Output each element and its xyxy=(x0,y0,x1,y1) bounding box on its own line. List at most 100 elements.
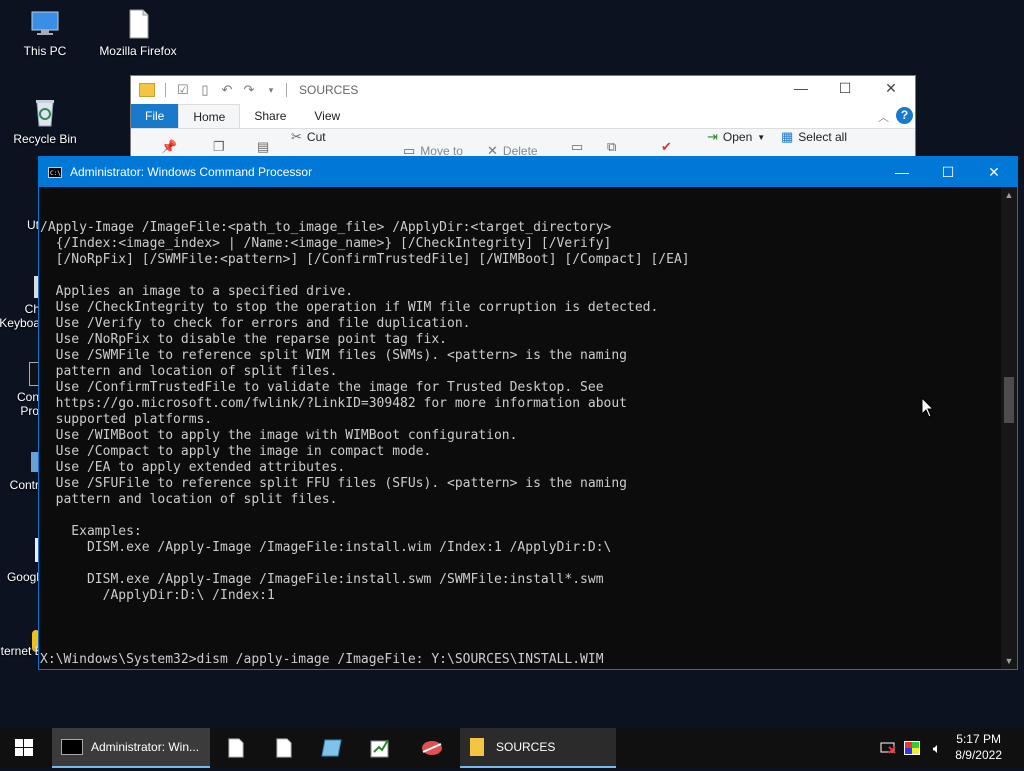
new-folder-icon[interactable]: ▯ xyxy=(198,83,212,97)
properties-check-icon: ✔ xyxy=(661,139,672,154)
console-line: pattern and location of split files. xyxy=(40,492,338,507)
desktop-icon-mozilla-firefox[interactable]: Mozilla Firefox xyxy=(93,8,183,58)
console-line: Use /Compact to apply the image in compa… xyxy=(40,444,432,459)
console-line: Use /Verify to check for errors and file… xyxy=(40,316,471,331)
undo-icon[interactable]: ↶ xyxy=(220,83,234,97)
help-icon[interactable]: ? xyxy=(896,107,913,124)
paste-button[interactable]: ▤ xyxy=(257,139,269,155)
customize-quick-access-icon[interactable]: ▾ xyxy=(264,83,278,97)
taskbar-tool-button[interactable] xyxy=(408,728,456,768)
explorer-title: SOURCES xyxy=(299,83,359,97)
console-line: Use /EA to apply extended attributes. xyxy=(40,460,346,475)
explorer-maximize-button[interactable]: ☐ xyxy=(825,80,865,97)
console-line: Use /SWMFile to reference split WIM file… xyxy=(40,348,627,363)
clock-date: 8/9/2022 xyxy=(955,748,1002,762)
console-line: Use /SFUFile to reference split FFU file… xyxy=(40,476,627,491)
desktop-icon-googl[interactable]: Googl xyxy=(0,538,39,584)
cmd-icon xyxy=(61,739,83,755)
folder-icon xyxy=(470,738,484,756)
console-scrollbar[interactable]: ▲ ▼ xyxy=(1001,187,1017,669)
mouse-cursor-icon xyxy=(921,397,935,418)
desktop-icon-con[interactable]: Con Pro xyxy=(0,362,39,418)
collapse-ribbon-icon[interactable]: ︿ xyxy=(878,109,889,125)
scroll-up-icon[interactable]: ▲ xyxy=(1001,187,1017,203)
cmd-minimize-button[interactable]: — xyxy=(879,157,925,187)
desktop-icon-recycle-bin[interactable]: Recycle Bin xyxy=(0,96,90,146)
clock-time: 5:17 PM xyxy=(956,732,1001,746)
taskbar-file-button[interactable] xyxy=(212,728,260,768)
taskbar-editor-button[interactable] xyxy=(356,728,404,768)
cmd-titlebar[interactable]: C:\ Administrator: Windows Command Proce… xyxy=(39,157,1017,187)
scissors-icon: ✂ xyxy=(291,129,302,144)
desktop-icon-contr[interactable]: Contr xyxy=(0,452,39,492)
taskbar-file-button-2[interactable] xyxy=(260,728,308,768)
scrollbar-thumb[interactable] xyxy=(1004,377,1014,423)
desktop-icon-this-pc[interactable]: This PC xyxy=(0,8,90,58)
taskbar-clock[interactable]: 5:17 PM 8/9/2022 xyxy=(955,731,1002,763)
rename-button[interactable]: ▭ xyxy=(571,139,583,155)
open-button[interactable]: ⇥ Open ▼ xyxy=(707,129,765,145)
this-pc-icon xyxy=(31,11,59,35)
tab-home[interactable]: Home xyxy=(178,104,241,128)
copy-icon: ❐ xyxy=(213,139,225,154)
recycle-bin-icon xyxy=(36,100,54,127)
redo-icon[interactable]: ↷ xyxy=(242,83,256,97)
properties-button[interactable]: ✔ xyxy=(661,139,672,155)
console-line: DISM.exe /Apply-Image /ImageFile:install… xyxy=(40,540,612,555)
separator-icon xyxy=(286,83,289,97)
select-all-button[interactable]: ▦ Select all xyxy=(781,129,847,145)
pin-icon: 📌 xyxy=(161,139,178,154)
desktop-icon-label: Con xyxy=(16,390,39,404)
tab-share[interactable]: Share xyxy=(240,104,300,128)
tab-view[interactable]: View xyxy=(300,104,354,128)
console-line: /Apply-Image /ImageFile:<path_to_image_f… xyxy=(40,220,612,235)
start-button[interactable] xyxy=(0,728,48,768)
tray-color-icon[interactable] xyxy=(902,728,922,768)
desktop-icon-ch[interactable]: Ch Keyboa xyxy=(0,276,40,330)
tab-file[interactable]: File xyxy=(131,104,179,128)
notepad-icon xyxy=(321,739,342,757)
separator-icon xyxy=(165,83,168,97)
desktop-icon-label: Keyboa xyxy=(0,316,40,330)
rename-icon: ▭ xyxy=(571,139,584,154)
cmd-window[interactable]: C:\ Administrator: Windows Command Proce… xyxy=(38,156,1018,670)
desktop-icon-label: Contr xyxy=(9,478,39,492)
tool-icon xyxy=(422,741,442,755)
console-line: /ApplyDir:D:\ /Index:1 xyxy=(40,588,275,603)
desktop-icon-label: Mozilla Firefox xyxy=(99,44,177,58)
folder-icon xyxy=(139,83,155,97)
file-icon xyxy=(276,738,292,758)
cmd-maximize-button[interactable]: ☐ xyxy=(925,157,971,187)
paste-icon: ▤ xyxy=(257,139,270,154)
taskbar-cmd-button[interactable]: Administrator: Win... xyxy=(52,728,210,768)
desktop-icon-label: Recycle Bin xyxy=(13,132,77,146)
console-line: Use /CheckIntegrity to stop the operatio… xyxy=(40,300,659,315)
taskbar-sources-label: SOURCES xyxy=(496,740,556,754)
console-output[interactable]: /Apply-Image /ImageFile:<path_to_image_f… xyxy=(39,187,1001,669)
explorer-close-button[interactable]: ✕ xyxy=(871,80,911,97)
taskbar-sources-button[interactable]: SOURCES xyxy=(460,728,616,768)
new-item-button[interactable]: ⧉ xyxy=(607,139,616,155)
desktop-icon-label: Googl xyxy=(6,570,39,584)
cut-button[interactable]: ✂ Cut xyxy=(291,129,326,145)
desktop-icon-ut[interactable]: Ut xyxy=(0,218,39,232)
desktop-icon-label: This PC xyxy=(23,44,67,58)
cmd-close-button[interactable]: ✕ xyxy=(971,157,1017,187)
console-prompt-line: X:\Windows\System32>dism /apply-image /I… xyxy=(40,652,604,667)
properties-icon[interactable]: ☑ xyxy=(176,83,190,97)
tray-volume-icon[interactable]: 🔈︎ xyxy=(926,728,948,768)
pin-button[interactable]: 📌 xyxy=(161,139,177,155)
chevron-down-icon: ▼ xyxy=(757,132,766,142)
taskbar-notepad-button[interactable] xyxy=(308,728,356,768)
copy-button[interactable]: ❐ xyxy=(213,139,225,155)
file-icon xyxy=(228,738,244,758)
new-item-icon: ⧉ xyxy=(607,139,617,154)
console-line: Applies an image to a specified drive. xyxy=(40,284,354,299)
select-all-icon: ▦ xyxy=(781,129,794,144)
console-line: Use /WIMBoot to apply the image with WIM… xyxy=(40,428,518,443)
console-line: [/NoRpFix] [/SWMFile:<pattern>] [/Confir… xyxy=(40,252,690,267)
explorer-window[interactable]: ☑ ▯ ↶ ↷ ▾ SOURCES — ☐ ✕ File Home Share … xyxy=(130,75,916,167)
explorer-minimize-button[interactable]: — xyxy=(781,80,821,96)
tray-network-icon[interactable] xyxy=(878,728,898,768)
scroll-down-icon[interactable]: ▼ xyxy=(1001,653,1017,669)
